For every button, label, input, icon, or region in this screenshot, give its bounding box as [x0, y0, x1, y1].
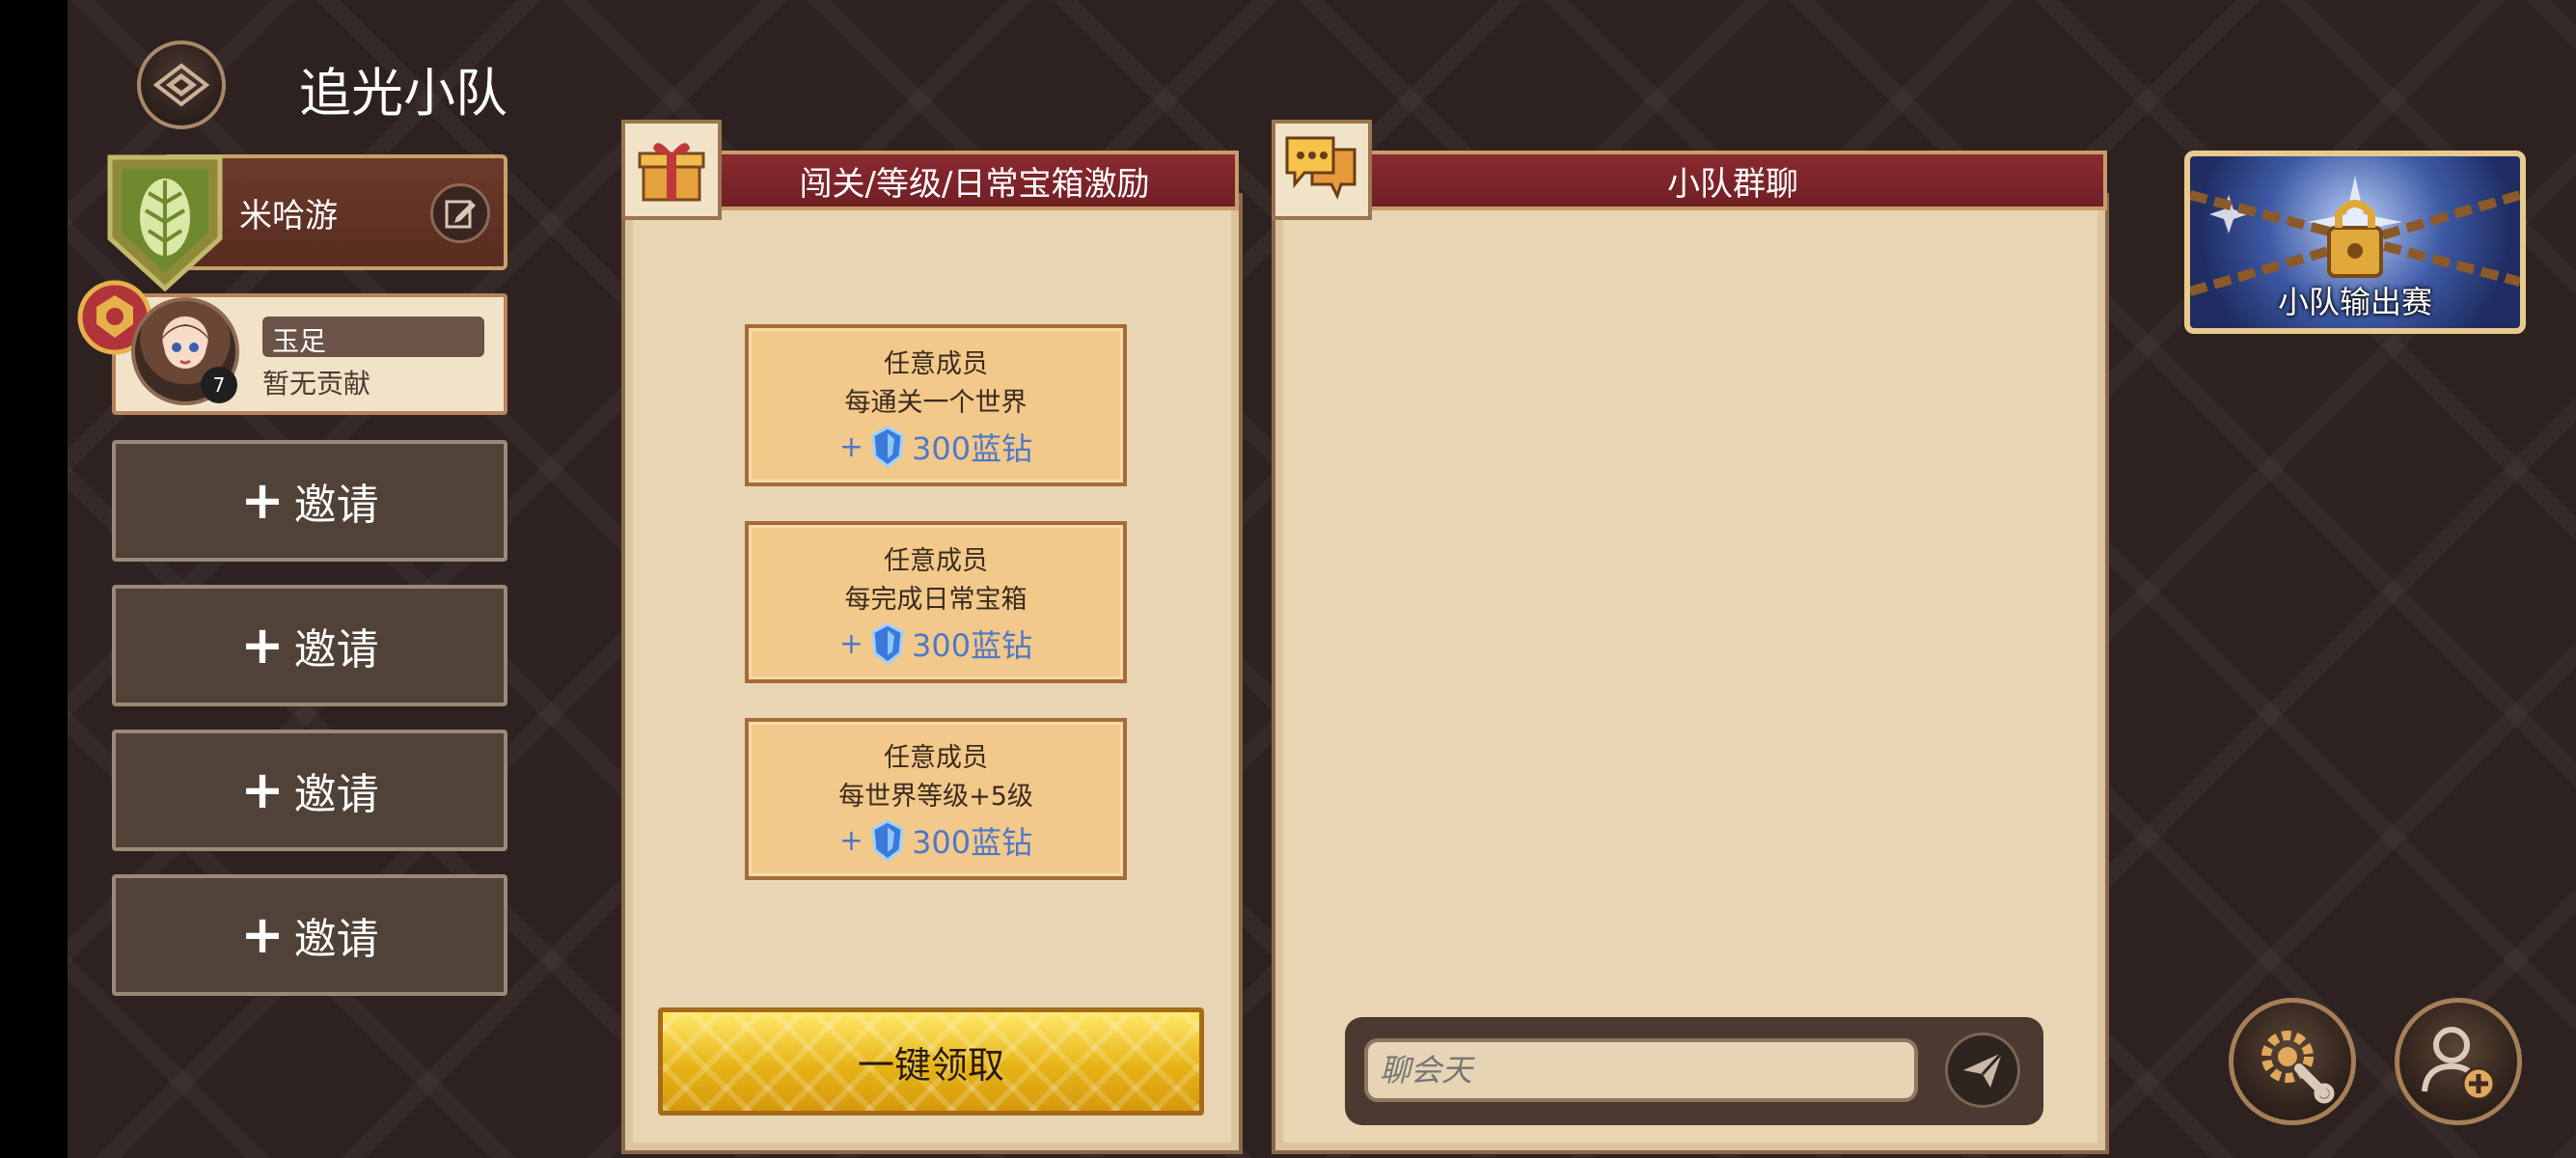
reward-condition: 每世界等级+5级: [838, 782, 1033, 812]
team-chat-panel: [1272, 193, 2109, 1154]
reward-amount: 300蓝钻: [912, 430, 1033, 467]
level-badge: 7: [201, 367, 237, 403]
add-user-icon: [2422, 1027, 2496, 1101]
invite-label: 邀请: [293, 770, 379, 819]
back-button[interactable]: [137, 41, 226, 129]
reward-plus: +: [838, 823, 864, 858]
reward-card: 任意成员 每完成日常宝箱 + 300蓝钻: [745, 521, 1127, 683]
plus-icon: +: [240, 904, 285, 965]
gear-wrench-icon: [2261, 1031, 2335, 1104]
back-arrow-icon: [152, 63, 210, 107]
blue-diamond-icon: [871, 622, 904, 665]
send-button[interactable]: [1945, 1033, 2020, 1108]
plus-icon: +: [240, 615, 285, 676]
reward-target: 任意成员: [884, 349, 988, 379]
paper-plane-icon: [1963, 1051, 2004, 1088]
plus-icon: +: [240, 470, 285, 531]
chat-input[interactable]: [1364, 1038, 1918, 1102]
reward-amount: 300蓝钻: [912, 824, 1033, 861]
reward-amount: 300蓝钻: [912, 627, 1033, 664]
reward-card: 任意成员 每通关一个世界 + 300蓝钻: [745, 324, 1127, 486]
add-member-button[interactable]: [2395, 998, 2522, 1125]
plus-icon: +: [240, 759, 285, 820]
edit-icon: [445, 200, 476, 229]
invite-label: 邀请: [293, 481, 379, 530]
blue-diamond-icon: [871, 819, 904, 862]
team-output-contest-label: 小队输出赛: [2277, 284, 2432, 320]
reward-target: 任意成员: [884, 743, 988, 773]
team-name: 米哈游: [239, 197, 338, 235]
team-chat-header: 小队群聊: [1358, 151, 2107, 210]
rewards-panel-title: 闯关/等级/日常宝箱激励: [799, 164, 1150, 204]
edit-team-button[interactable]: [430, 183, 490, 243]
claim-all-button[interactable]: 一键领取: [658, 1007, 1204, 1116]
blue-diamond-icon: [871, 426, 904, 468]
reward-card: 任意成员 每世界等级+5级 + 300蓝钻: [745, 718, 1127, 880]
reward-condition: 每通关一个世界: [844, 388, 1028, 418]
invite-slot-1[interactable]: + 邀请: [112, 440, 507, 562]
reward-plus: +: [838, 429, 864, 464]
page-title: 追光小队: [299, 63, 507, 124]
invite-slot-4[interactable]: + 邀请: [112, 874, 507, 996]
team-chat-title: 小队群聊: [1667, 164, 1798, 204]
rewards-panel-header: 闯关/等级/日常宝箱激励: [710, 151, 1239, 210]
reward-target: 任意成员: [884, 546, 988, 576]
gift-icon: [638, 143, 705, 202]
gift-icon-frame: [621, 120, 722, 220]
member-contribution: 暂无贡献: [262, 368, 371, 400]
chat-icon-frame: [1272, 120, 1372, 220]
invite-slot-2[interactable]: + 邀请: [112, 585, 507, 706]
member-name: 玉足: [272, 325, 327, 357]
claim-all-label: 一键领取: [857, 1043, 1004, 1087]
team-emblem-icon: [107, 154, 223, 292]
invite-label: 邀请: [293, 915, 379, 964]
settings-button[interactable]: [2229, 998, 2356, 1125]
invite-slot-3[interactable]: + 邀请: [112, 730, 507, 851]
letterbox: [0, 0, 68, 1158]
invite-label: 邀请: [293, 625, 379, 675]
reward-plus: +: [838, 626, 864, 661]
reward-condition: 每完成日常宝箱: [844, 585, 1028, 615]
chat-bubbles-icon: [1285, 136, 1357, 200]
